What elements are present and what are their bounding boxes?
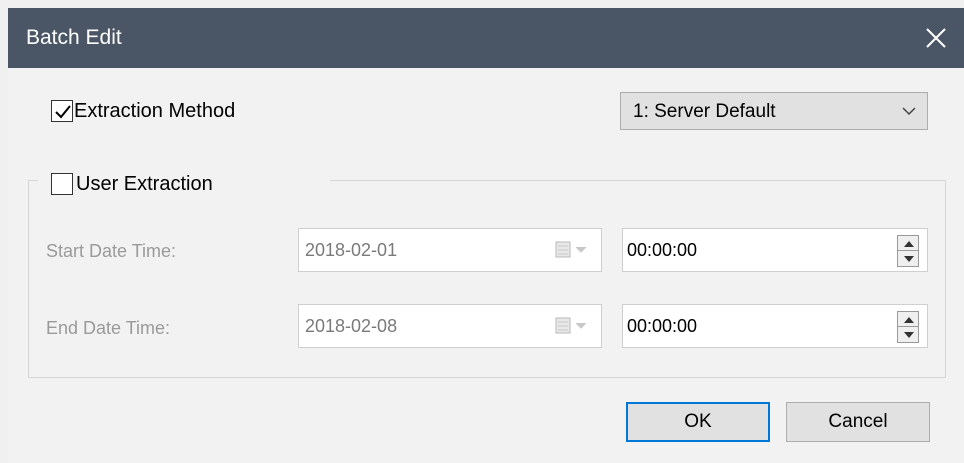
end-time-field[interactable]: 00:00:00: [622, 304, 928, 348]
extraction-method-label: Extraction Method: [74, 100, 236, 122]
triangle-down-icon: [904, 256, 914, 262]
check-icon: [55, 105, 71, 119]
triangle-up-icon: [904, 317, 914, 323]
cancel-button[interactable]: Cancel: [786, 402, 930, 442]
user-extraction-label: User Extraction: [76, 173, 213, 195]
user-extraction-checkbox[interactable]: [51, 173, 73, 195]
extraction-method-select[interactable]: 1: Server Default: [620, 92, 928, 130]
spin-up-button[interactable]: [897, 311, 919, 327]
close-button[interactable]: [918, 20, 954, 56]
chevron-down-icon: [902, 107, 916, 116]
end-time-spinner[interactable]: [897, 311, 919, 343]
window-title: Batch Edit: [26, 26, 122, 49]
extraction-method-checkbox[interactable]: [51, 100, 73, 122]
ok-button[interactable]: OK: [626, 402, 770, 442]
end-time-value: 00:00:00: [627, 316, 698, 336]
user-extraction-group: [28, 180, 946, 378]
end-date-field[interactable]: 2018-02-08: [298, 304, 602, 348]
start-time-field[interactable]: 00:00:00: [622, 228, 928, 272]
start-date-value: 2018-02-01: [305, 240, 398, 260]
close-icon: [926, 28, 946, 48]
end-date-time-label: End Date Time:: [46, 318, 171, 338]
start-time-value: 00:00:00: [627, 240, 698, 260]
start-date-field[interactable]: 2018-02-01: [298, 228, 602, 272]
extraction-method-value: 1: Server Default: [633, 101, 776, 122]
spin-down-button[interactable]: [897, 327, 919, 343]
start-date-time-label: Start Date Time:: [46, 241, 177, 261]
title-bar: Batch Edit: [8, 8, 964, 68]
spin-up-button[interactable]: [897, 235, 919, 251]
end-date-value: 2018-02-08: [305, 316, 398, 336]
triangle-down-icon: [904, 332, 914, 338]
calendar-icon: [555, 317, 587, 334]
dialog-body: Extraction Method 1: Server Default User…: [8, 68, 964, 463]
spin-down-button[interactable]: [897, 251, 919, 267]
triangle-up-icon: [904, 241, 914, 247]
calendar-icon: [555, 241, 587, 258]
start-time-spinner[interactable]: [897, 235, 919, 267]
